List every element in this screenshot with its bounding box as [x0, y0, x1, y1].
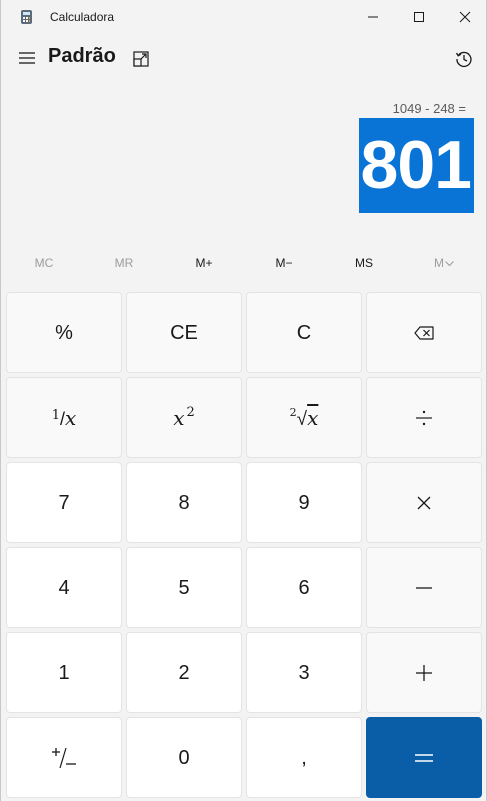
maximize-button[interactable]: [396, 0, 442, 34]
memory-list-button[interactable]: M: [404, 248, 484, 278]
square-button[interactable]: x2: [126, 377, 242, 458]
calculator-mode-title: Padrão: [48, 45, 116, 67]
maximize-icon: [414, 12, 424, 22]
memory-row: MC MR M+ M− MS M: [4, 248, 484, 278]
result-display: 801: [358, 118, 474, 213]
square-exponent: 2: [186, 405, 195, 420]
memory-clear-button[interactable]: MC: [4, 248, 84, 278]
minus-icon: [416, 586, 432, 589]
memory-list-label: M: [434, 256, 444, 270]
keep-on-top-icon: [133, 51, 149, 67]
negate-button[interactable]: [6, 717, 122, 798]
close-button[interactable]: [442, 0, 487, 34]
digit-7-button[interactable]: 7: [6, 462, 122, 543]
window-title: Calculadora: [50, 10, 115, 24]
calculator-header: Padrão: [1, 38, 486, 78]
memory-store-button[interactable]: MS: [324, 248, 404, 278]
radical-sign: √: [296, 409, 308, 430]
memory-subtract-button[interactable]: M−: [244, 248, 324, 278]
history-button[interactable]: [447, 42, 479, 74]
digit-6-button[interactable]: 6: [246, 547, 362, 628]
hamburger-menu-icon: [19, 52, 35, 64]
digit-1-button[interactable]: 1: [6, 632, 122, 713]
digit-0-button[interactable]: 0: [126, 717, 242, 798]
digit-5-button[interactable]: 5: [126, 547, 242, 628]
keep-on-top-button[interactable]: [125, 42, 157, 74]
digit-9-button[interactable]: 9: [246, 462, 362, 543]
square-root-button[interactable]: 2√x: [246, 377, 362, 458]
chevron-down-icon: [445, 260, 454, 267]
close-icon: [459, 11, 471, 23]
reciprocal-numerator: 1: [51, 408, 60, 423]
plus-icon: [416, 664, 432, 681]
memory-add-button[interactable]: M+: [164, 248, 244, 278]
subtract-button[interactable]: [366, 547, 482, 628]
equals-icon: [415, 753, 433, 762]
digit-8-button[interactable]: 8: [126, 462, 242, 543]
percent-button[interactable]: %: [6, 292, 122, 373]
add-button[interactable]: [366, 632, 482, 713]
divide-icon: [416, 410, 432, 425]
backspace-icon: [414, 325, 434, 340]
memory-recall-button[interactable]: MR: [84, 248, 164, 278]
navigation-menu-button[interactable]: [11, 42, 43, 74]
digit-3-button[interactable]: 3: [246, 632, 362, 713]
reciprocal-denominator: x: [65, 406, 77, 430]
square-base: x: [173, 406, 185, 430]
root-radicand: x: [307, 406, 319, 430]
clear-entry-button[interactable]: CE: [126, 292, 242, 373]
root-index: 2: [289, 406, 297, 419]
expression-display: 1049 - 248 =: [392, 101, 466, 116]
reciprocal-button[interactable]: 1/x: [6, 377, 122, 458]
decimal-separator-button[interactable]: ,: [246, 717, 362, 798]
backspace-button[interactable]: [366, 292, 482, 373]
clear-button[interactable]: C: [246, 292, 362, 373]
divide-button[interactable]: [366, 377, 482, 458]
equals-button[interactable]: [366, 717, 482, 798]
calculator-icon: [21, 10, 32, 24]
multiply-icon: [417, 496, 431, 509]
multiply-button[interactable]: [366, 462, 482, 543]
minimize-button[interactable]: [350, 0, 396, 34]
digit-4-button[interactable]: 4: [6, 547, 122, 628]
minimize-icon: [368, 16, 378, 18]
history-icon: [455, 51, 472, 68]
digit-2-button[interactable]: 2: [126, 632, 242, 713]
negate-icon: [52, 747, 76, 768]
title-bar: Calculadora: [1, 0, 486, 34]
